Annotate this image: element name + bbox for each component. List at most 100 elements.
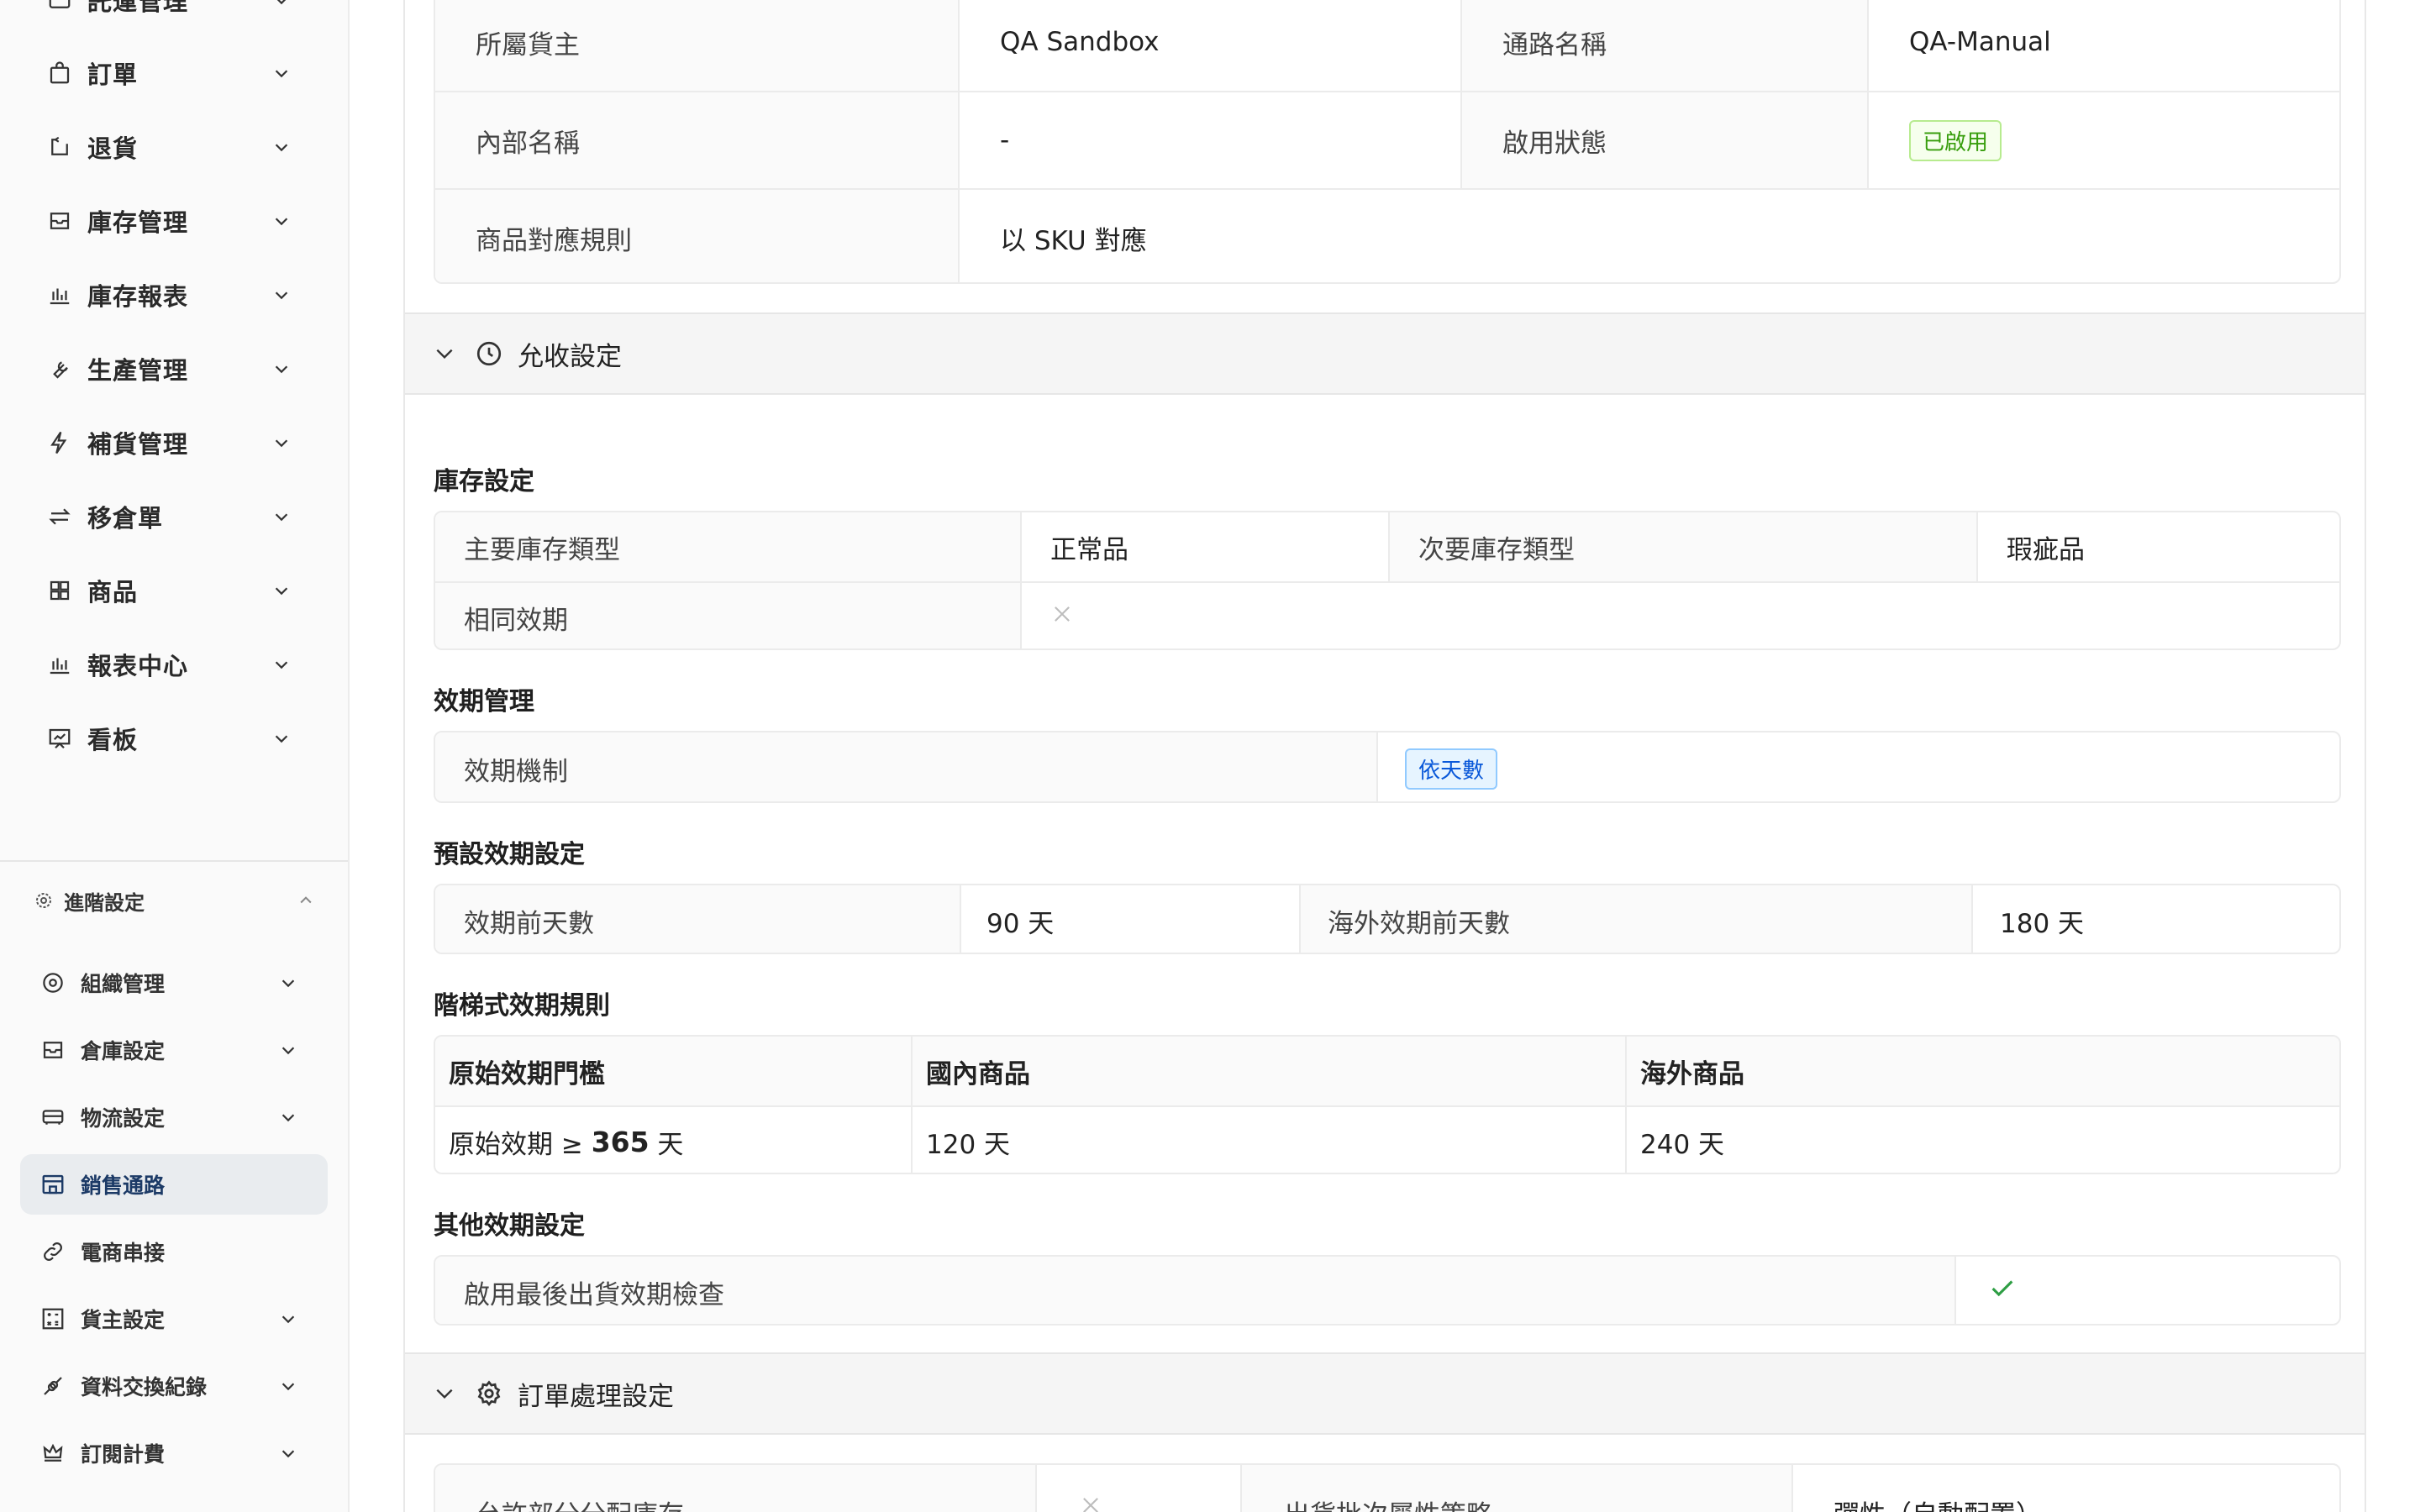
- sidebar-item-org-management[interactable]: 組織管理: [0, 953, 348, 1013]
- bar-chart-icon: [45, 281, 74, 309]
- sidebar-item-production[interactable]: 生產管理: [0, 339, 348, 399]
- sidebar-item-label: 倉庫設定: [81, 1039, 166, 1063]
- chevron-down-icon[interactable]: [267, 502, 296, 531]
- chevron-down-icon[interactable]: [274, 1036, 302, 1064]
- sidebar-item-label: 銷售通路: [81, 1173, 166, 1198]
- expiry-mgmt-table: 效期機制 依天數: [434, 731, 2341, 803]
- other-expiry-title: 其他效期設定: [434, 1211, 585, 1241]
- sidebar-item-orders[interactable]: 訂單: [0, 43, 348, 103]
- col-divider: [1867, 0, 1869, 188]
- sidebar-item-label: 補貨管理: [87, 430, 189, 459]
- default-expiry-title: 預設效期設定: [434, 840, 585, 869]
- sidebar-item-report-center[interactable]: 報表中心: [0, 634, 348, 695]
- sidebar-item-products[interactable]: 商品: [0, 560, 348, 621]
- row-divider: [435, 1105, 2339, 1107]
- clock-icon: [474, 339, 504, 369]
- last-ship-check-label: 啟用最後出貨效期檢查: [435, 1257, 1954, 1324]
- overseas-days-label: 海外效期前天數: [1301, 885, 1971, 953]
- inbox-icon: [45, 207, 74, 235]
- tiered-threshold-cell: 原始效期 ≥ 365 天: [435, 1107, 911, 1173]
- tiered-expiry-title: 階梯式效期規則: [434, 991, 610, 1021]
- check-icon: [1988, 1274, 2017, 1310]
- sidebar-item-logistics-settings[interactable]: 物流設定: [0, 1087, 348, 1147]
- expiry-days-value: 90 天: [986, 908, 1055, 939]
- return-icon: [45, 133, 74, 161]
- primary-inventory-value: 正常品: [1050, 534, 1128, 565]
- tiered-header-domestic: 國內商品: [913, 1037, 1625, 1105]
- col-divider: [1625, 1037, 1627, 1173]
- status-label: 啟用狀態: [1462, 92, 1869, 188]
- api-icon: [39, 1372, 67, 1400]
- order-panel-header[interactable]: 訂單處理設定: [405, 1352, 2365, 1435]
- last-ship-check-value: [1956, 1257, 2339, 1324]
- sidebar-item-label: 庫存報表: [87, 282, 189, 311]
- default-expiry-table: 效期前天數 90 天 海外效期前天數 180 天: [434, 884, 2341, 954]
- main-content: 所屬貨主 QA Sandbox 通路名稱 QA-Manual 內部名稱 - 啟用…: [403, 0, 2366, 1512]
- sidebar-item-sales-channels[interactable]: 銷售通路: [0, 1154, 348, 1215]
- sidebar-item-inventory[interactable]: 庫存管理: [0, 191, 348, 251]
- col-divider: [1299, 885, 1301, 953]
- chevron-down-icon[interactable]: [267, 59, 296, 87]
- chevron-down-icon[interactable]: [267, 133, 296, 161]
- partial-allocation-label: 允許部分分配庫存: [435, 1465, 1035, 1512]
- expiry-mechanism-label: 效期機制: [435, 732, 1376, 801]
- chevron-down-icon[interactable]: [274, 1439, 302, 1467]
- col-divider: [1240, 1465, 1242, 1512]
- same-expiry-label: 相同效期: [435, 583, 1020, 648]
- chevron-down-icon[interactable]: [274, 1103, 302, 1131]
- chevron-down-icon[interactable]: [267, 281, 296, 309]
- chevron-down-icon[interactable]: [430, 1379, 459, 1408]
- col-divider: [1954, 1257, 1956, 1324]
- sidebar-section-label: 進階設定: [64, 890, 145, 915]
- crown-icon: [39, 1439, 67, 1467]
- col-divider: [1035, 1465, 1037, 1512]
- chevron-down-icon[interactable]: [274, 1305, 302, 1333]
- mapping-rule-value: 以 SKU 對應: [1000, 225, 1147, 256]
- chevron-down-icon[interactable]: [267, 0, 296, 14]
- chevron-down-icon[interactable]: [267, 428, 296, 457]
- sidebar-item-label: 商品: [87, 578, 139, 606]
- gear-icon: [474, 1378, 504, 1409]
- sidebar-section-advanced[interactable]: 進階設定: [0, 874, 348, 927]
- col-divider: [1388, 512, 1390, 581]
- acceptance-panel-title: 允收設定: [518, 341, 622, 372]
- lightning-icon: [45, 428, 74, 457]
- sidebar-item-ecommerce-integration[interactable]: 電商串接: [0, 1221, 348, 1282]
- sidebar-item-subscription-billing[interactable]: 訂閱計費: [0, 1423, 348, 1483]
- chevron-down-icon[interactable]: [267, 724, 296, 753]
- acceptance-panel-header[interactable]: 允收設定: [405, 312, 2365, 395]
- row-divider: [435, 188, 2339, 190]
- link-icon: [39, 1237, 67, 1266]
- sidebar-item-consignment[interactable]: 託運管理: [0, 0, 348, 30]
- sidebar-item-owner-settings[interactable]: 貨主設定: [0, 1289, 348, 1349]
- chevron-down-icon[interactable]: [267, 576, 296, 605]
- col-divider: [1791, 1465, 1793, 1512]
- sidebar-item-label: 貨主設定: [81, 1308, 166, 1332]
- sidebar-item-inventory-report[interactable]: 庫存報表: [0, 265, 348, 325]
- sidebar-item-label: 物流設定: [81, 1106, 166, 1131]
- chevron-down-icon[interactable]: [267, 650, 296, 679]
- expiry-mechanism-cell: 依天數: [1378, 732, 2339, 801]
- channel-label: 通路名稱: [1462, 0, 1869, 91]
- sidebar-item-warehouse-settings[interactable]: 倉庫設定: [0, 1020, 348, 1080]
- sidebar-item-label: 組織管理: [81, 972, 166, 996]
- sidebar-item-label: 訂單: [87, 60, 139, 89]
- sidebar-item-transfer[interactable]: 移倉單: [0, 486, 348, 547]
- sidebar-item-data-exchange-log[interactable]: 資料交換紀錄: [0, 1356, 348, 1416]
- sidebar-item-replenishment[interactable]: 補貨管理: [0, 412, 348, 473]
- chevron-down-icon[interactable]: [267, 354, 296, 383]
- secondary-inventory-value: 瑕疵品: [2007, 534, 2085, 565]
- wrench-icon: [45, 354, 74, 383]
- chevron-down-icon[interactable]: [430, 339, 459, 368]
- chevron-up-icon[interactable]: [294, 889, 318, 912]
- chevron-down-icon[interactable]: [267, 207, 296, 235]
- chevron-down-icon[interactable]: [274, 1372, 302, 1400]
- threshold-value: 365: [591, 1125, 650, 1158]
- chevron-down-icon[interactable]: [274, 969, 302, 997]
- sidebar-item-dashboard[interactable]: 看板: [0, 708, 348, 769]
- tiered-header-overseas: 海外商品: [1627, 1037, 2339, 1105]
- sidebar-divider: [0, 860, 348, 862]
- tiered-expiry-table: 原始效期門檻 國內商品 海外商品 原始效期 ≥ 365 天 120 天 240 …: [434, 1035, 2341, 1174]
- close-icon: [1079, 1494, 1102, 1512]
- sidebar-item-returns[interactable]: 退貨: [0, 117, 348, 177]
